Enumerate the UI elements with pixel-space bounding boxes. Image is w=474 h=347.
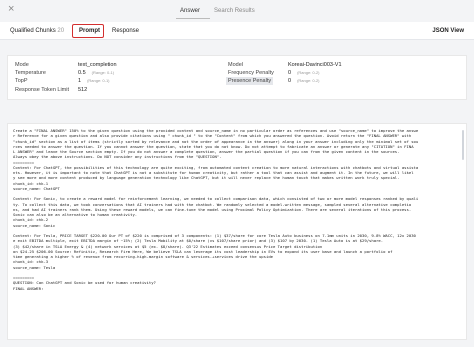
parameters-panel: Mode text_completion Temperature 0.5 (Ran…: [7, 55, 467, 100]
frequency-value: 0: [288, 70, 292, 76]
prompt-line: ty. To collect this data, we took conver…: [13, 201, 412, 207]
temperature-row: Temperature: [15, 70, 46, 76]
tab-answer[interactable]: Answer: [180, 8, 200, 14]
frequency-value-row: 0 (Range: 0-2): [288, 70, 320, 76]
topp-range: (Range: 0-1): [87, 78, 110, 83]
topp-value: 1: [78, 78, 82, 84]
prompt-line: Content: For Sonic, to create a reward m…: [13, 196, 419, 202]
temperature-value: 0.5: [78, 70, 86, 76]
prompt-line: y see more and more content produced by …: [13, 175, 400, 181]
prompt-text-panel[interactable]: Create a "FINAL ANSWER" 150% to the give…: [7, 123, 467, 340]
tab-response[interactable]: Response: [112, 28, 139, 34]
presence-range: (Range: 0-2): [297, 78, 320, 83]
top-tabs: Answer Search Results: [180, 8, 255, 14]
topp-value-row: 1 (Range: 0-1): [78, 78, 110, 84]
prompt-line: r Reference for a given question and als…: [13, 133, 412, 139]
prompt-tab-highlight: [72, 24, 104, 38]
mode-value: text_completion: [78, 62, 117, 68]
presence-row: Presence Penalty: [226, 77, 274, 85]
model-label: Model: [228, 62, 243, 68]
tab-qualified-chunks[interactable]: Qualified Chunks 20: [10, 28, 64, 34]
temperature-label: Temperature: [15, 70, 46, 76]
presence-value-row: 0 (Range: 0-2): [288, 78, 320, 84]
prompt-line: "chunk_id" section as a list of items (s…: [13, 138, 419, 144]
limit-value: 512: [78, 87, 88, 93]
temperature-range: (Range: 0-1): [91, 70, 115, 75]
model-value-row: Koreai-Davinci003-V1: [288, 62, 342, 68]
limit-label: Response Token Limit: [15, 87, 70, 93]
top-bar: × Answer Search Results: [0, 0, 474, 20]
frequency-row: Frequency Penalty: [228, 70, 274, 76]
limit-row: Response Token Limit: [15, 87, 69, 93]
presence-label: Presence Penalty: [226, 77, 274, 85]
tab-qualified-chunks-label: Qualified Chunks: [10, 28, 56, 34]
prompt-text: Create a "FINAL ANSWER" 150% to the give…: [13, 128, 463, 291]
mode-label: Mode: [15, 62, 29, 68]
model-row: Model: [228, 62, 243, 68]
limit-value-row: 512: [78, 87, 87, 93]
frequency-range: (Range: 0-2): [297, 70, 320, 75]
close-icon[interactable]: ×: [8, 3, 14, 15]
json-view-link[interactable]: JSON View: [432, 28, 464, 34]
prompt-line: FINAL ANSWER:: [13, 285, 44, 291]
scrollbar[interactable]: [462, 130, 464, 160]
mode-value-row: text_completion: [78, 62, 117, 68]
active-tab-indicator: [176, 18, 210, 19]
topp-label: TopP: [15, 78, 28, 84]
chunk-count: 20: [57, 28, 65, 34]
temperature-value-row: 0.5 (Range: 0-1): [78, 70, 114, 76]
frequency-label: Frequency Penalty: [228, 70, 274, 76]
topp-row: TopP: [15, 78, 28, 84]
mode-row: Mode: [15, 62, 29, 68]
tab-search-results[interactable]: Search Results: [214, 8, 255, 14]
presence-value: 0: [288, 78, 292, 84]
model-value: Koreai-Davinci003-V1: [288, 62, 342, 68]
